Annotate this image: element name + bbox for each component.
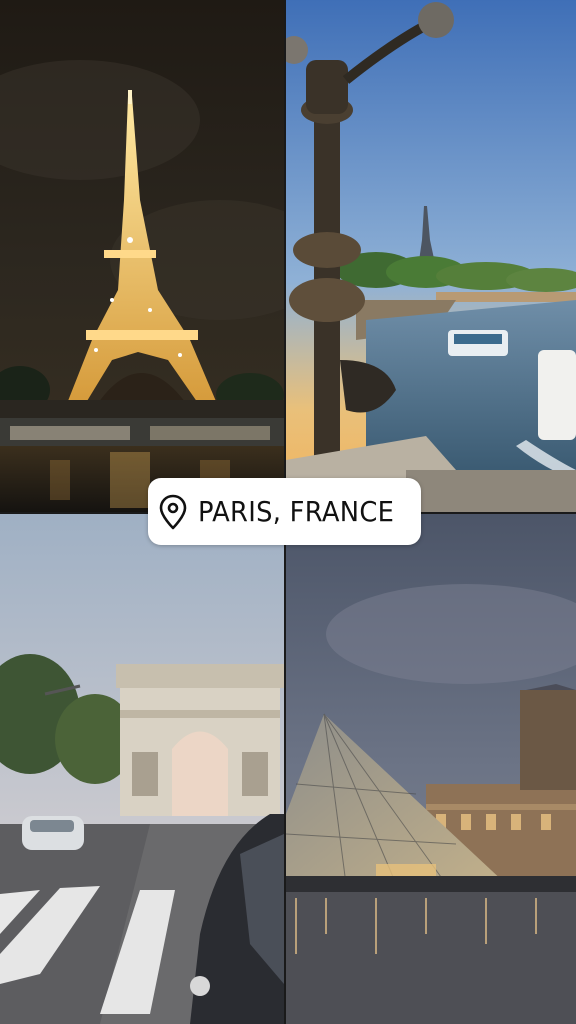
arc-de-triomphe-photo <box>0 514 284 1024</box>
louvre-pyramid-image <box>286 514 576 1024</box>
arc-de-triomphe-image <box>0 514 284 1024</box>
seine-river-photo <box>286 0 576 512</box>
map-pin-icon <box>158 494 188 530</box>
location-label: PARIS, FRANCE <box>197 495 395 528</box>
photo-collage: PARIS, FRANCE <box>0 0 576 1024</box>
louvre-pyramid-photo <box>286 514 576 1024</box>
eiffel-tower-image <box>0 0 284 512</box>
location-sticker[interactable]: PARIS, FRANCE <box>148 478 421 545</box>
seine-river-image <box>286 0 576 512</box>
eiffel-tower-photo <box>0 0 284 512</box>
